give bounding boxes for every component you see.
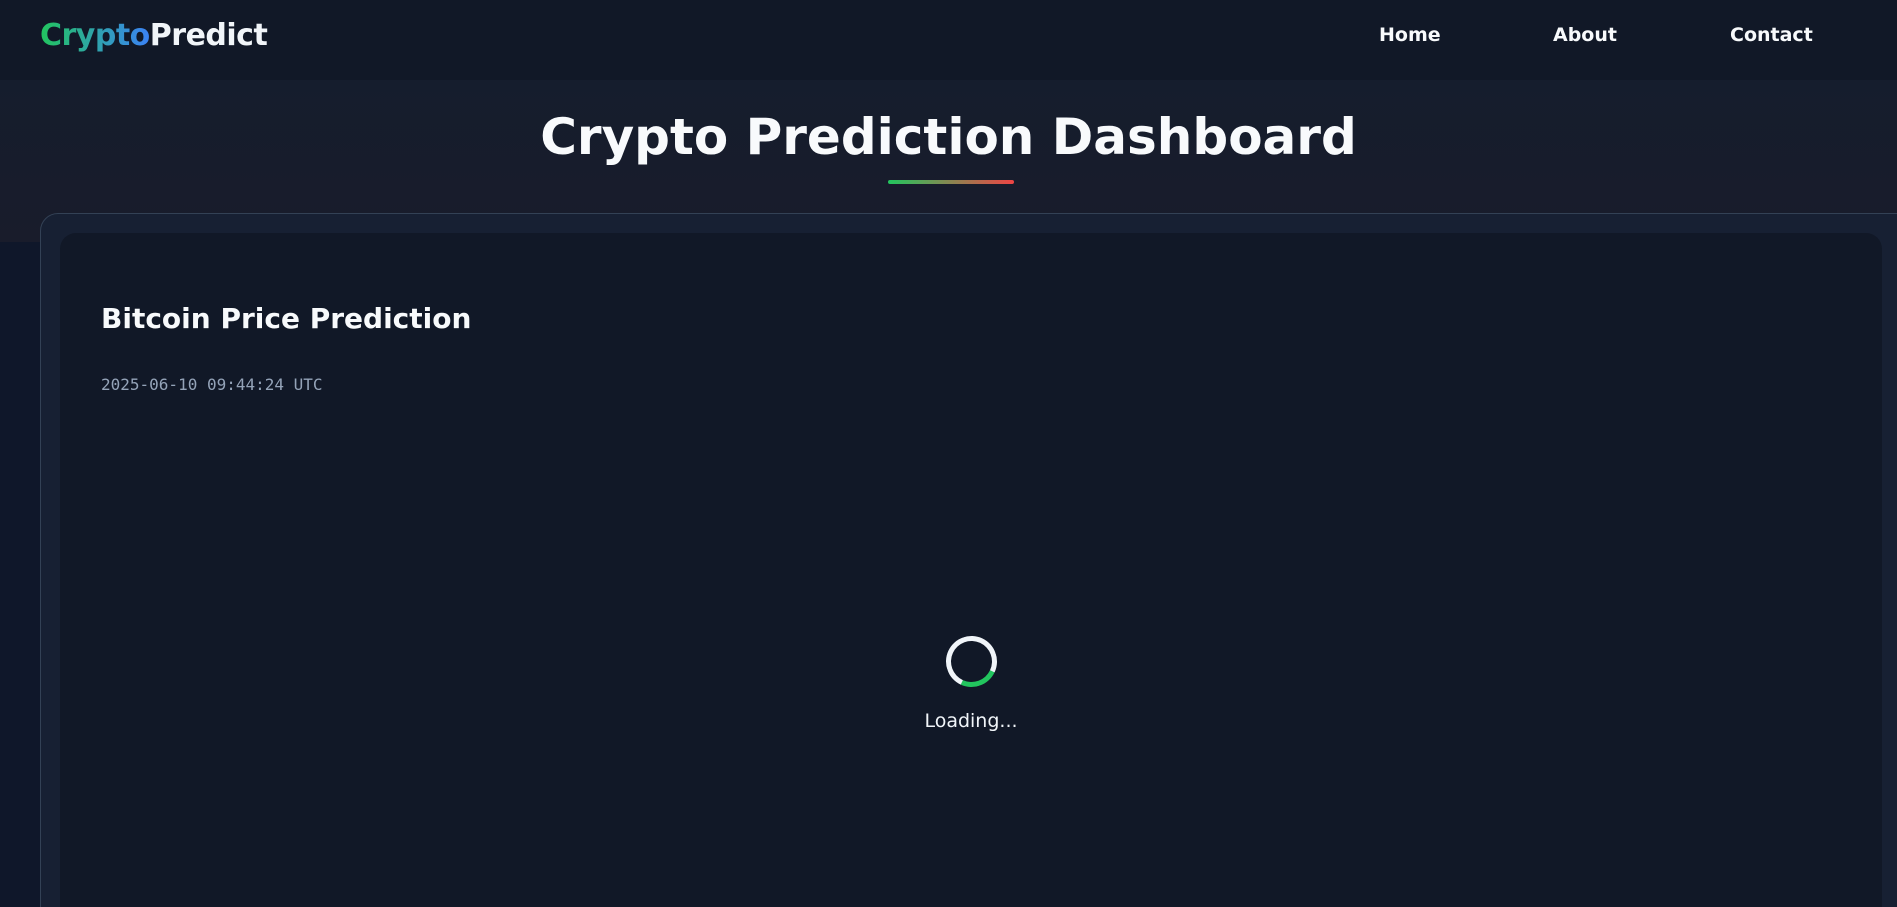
nav-about[interactable]: About: [1553, 24, 1617, 46]
nav-contact[interactable]: Contact: [1730, 24, 1813, 46]
title-underline: [888, 180, 1014, 184]
navbar: CryptoPredict Home About Contact: [0, 0, 1897, 80]
logo-predict: Predict: [149, 18, 268, 53]
logo[interactable]: CryptoPredict: [40, 18, 268, 53]
nav-home[interactable]: Home: [1379, 24, 1441, 46]
logo-crypto: Crypto: [40, 18, 150, 53]
timestamp: 2025-06-10 09:44:24 UTC: [101, 375, 323, 394]
page-title: Crypto Prediction Dashboard: [540, 108, 1357, 166]
card-title: Bitcoin Price Prediction: [101, 302, 472, 335]
loading-text: Loading...: [924, 710, 1018, 732]
